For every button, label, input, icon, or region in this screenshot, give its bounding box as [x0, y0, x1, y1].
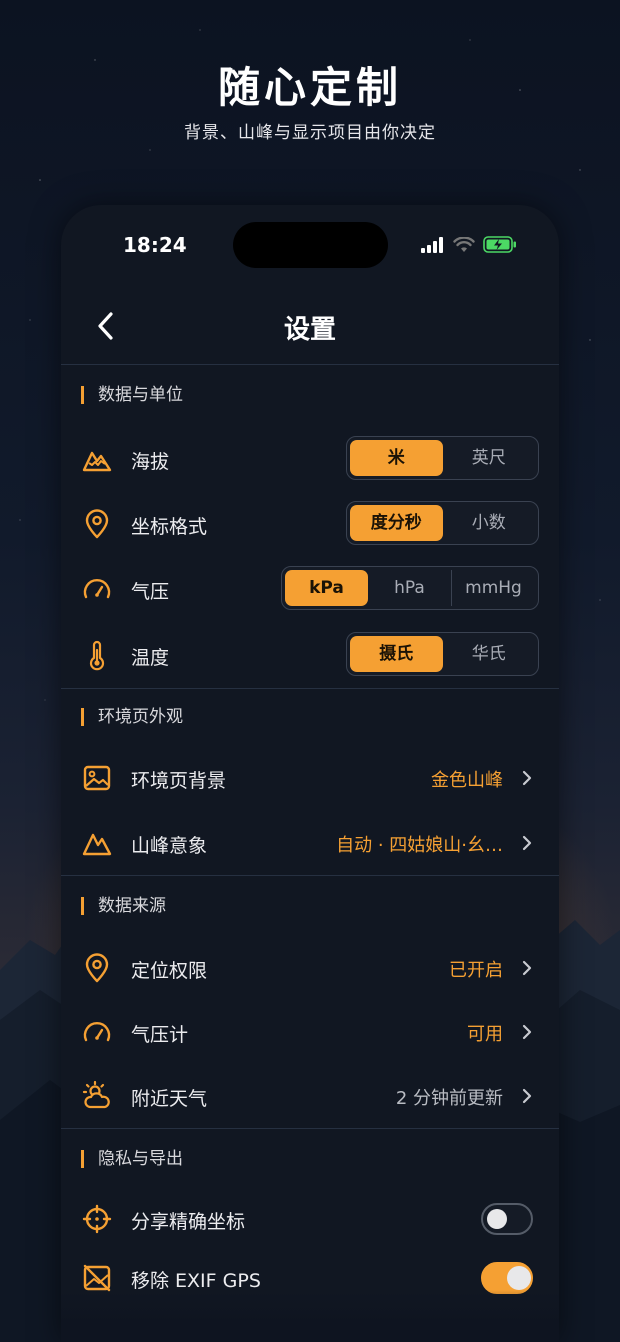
temperature-unit-segmented-control: 摄氏 华氏: [346, 632, 539, 676]
segment-fahrenheit[interactable]: 华氏: [443, 636, 536, 672]
divider: [61, 1128, 559, 1129]
hero-subtitle: 背景、山峰与显示项目由你决定: [184, 123, 436, 143]
row-label: 海拔: [131, 451, 170, 473]
row-value: 金色山峰: [431, 770, 503, 791]
wifi-icon: [453, 236, 475, 252]
divider: [61, 875, 559, 876]
toggle-knob: [487, 1209, 507, 1229]
gauge-icon: [83, 1022, 111, 1042]
mountain-icon: [82, 451, 112, 472]
section-header-units: 数据与单位: [81, 386, 183, 404]
segment-dms[interactable]: 度分秒: [350, 505, 443, 541]
bottom-fade: [61, 1290, 559, 1342]
dynamic-island: [233, 222, 388, 268]
status-time: 18:24: [123, 233, 187, 257]
setting-row-coordinate-format: 坐标格式 度分秒 小数: [61, 494, 559, 554]
setting-row-nearby-weather[interactable]: 附近天气 2 分钟前更新: [61, 1066, 559, 1126]
signal-icon: [421, 236, 443, 253]
toggle-knob: [507, 1266, 531, 1290]
row-label: 附近天气: [131, 1088, 208, 1110]
section-header-privacy: 隐私与导出: [81, 1150, 183, 1168]
image-icon: [83, 765, 111, 791]
divider: [61, 688, 559, 689]
setting-row-pressure: 气压 kPa hPa mmHg: [61, 559, 559, 619]
divider: [61, 364, 559, 365]
page-title: 设置: [283, 315, 336, 345]
mountain-outline-icon: [82, 833, 112, 856]
row-label: 定位权限: [131, 960, 208, 982]
location-pin-icon: [85, 509, 109, 539]
gauge-icon: [83, 579, 111, 599]
setting-row-env-background[interactable]: 环境页背景 金色山峰: [61, 748, 559, 808]
row-value: 自动 · 四姑娘山·幺…: [336, 835, 503, 856]
row-label: 环境页背景: [131, 770, 227, 792]
section-header-sources: 数据来源: [81, 897, 166, 915]
chevron-right-icon: [522, 960, 532, 976]
location-pin-icon: [85, 953, 109, 983]
row-value: 2 分钟前更新: [395, 1088, 503, 1109]
share-exact-coordinates-toggle[interactable]: [481, 1203, 533, 1235]
row-label: 温度: [131, 647, 170, 669]
row-label: 坐标格式: [131, 516, 208, 538]
row-label: 气压计: [131, 1024, 189, 1046]
segment-hpa[interactable]: hPa: [368, 570, 451, 606]
segment-decimal[interactable]: 小数: [443, 505, 536, 541]
section-header-appearance: 环境页外观: [81, 708, 183, 726]
phone-frame: 18:24 设置 数据与单位 海拔 米 英尺 坐标格式 度分秒 小数 气压 kP…: [61, 205, 559, 1342]
segment-celsius[interactable]: 摄氏: [350, 636, 443, 672]
setting-row-location-permission[interactable]: 定位权限 已开启: [61, 938, 559, 998]
chevron-right-icon: [522, 770, 532, 786]
setting-row-mountain-imagery[interactable]: 山峰意象 自动 · 四姑娘山·幺…: [61, 813, 559, 873]
setting-row-share-exact-coordinates: 分享精确坐标: [61, 1189, 559, 1249]
row-label: 分享精确坐标: [131, 1211, 246, 1233]
navigation-bar: 设置: [61, 291, 559, 363]
segment-meters[interactable]: 米: [350, 440, 443, 476]
coordinate-format-segmented-control: 度分秒 小数: [346, 501, 539, 545]
segment-mmhg[interactable]: mmHg: [451, 570, 535, 606]
status-icons: [421, 236, 517, 253]
row-label: 移除 EXIF GPS: [131, 1270, 261, 1292]
segment-feet[interactable]: 英尺: [443, 440, 536, 476]
crosshair-icon: [82, 1204, 112, 1234]
pressure-unit-segmented-control: kPa hPa mmHg: [281, 566, 539, 610]
row-value: 已开启: [449, 960, 503, 981]
setting-row-altitude: 海拔 米 英尺: [61, 429, 559, 489]
chevron-right-icon: [522, 1024, 532, 1040]
chevron-right-icon: [522, 1088, 532, 1104]
battery-charging-icon: [483, 236, 516, 253]
row-label: 气压: [131, 581, 170, 603]
altitude-unit-segmented-control: 米 英尺: [346, 436, 539, 480]
chevron-right-icon: [522, 835, 532, 851]
row-value: 可用: [467, 1024, 503, 1045]
segment-kpa[interactable]: kPa: [285, 570, 368, 606]
row-label: 山峰意象: [131, 835, 208, 857]
setting-row-temperature: 温度 摄氏 华氏: [61, 625, 559, 685]
hero-title: 随心定制: [217, 63, 402, 112]
thermometer-icon: [89, 640, 105, 671]
sun-cloud-icon: [82, 1080, 110, 1109]
setting-row-barometer[interactable]: 气压计 可用: [61, 1002, 559, 1062]
